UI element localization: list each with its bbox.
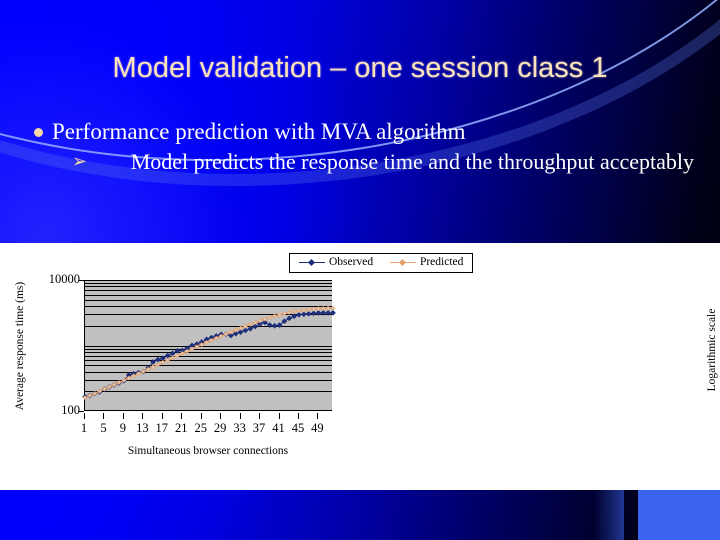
data-point: [257, 318, 263, 324]
data-point: [179, 350, 185, 356]
data-point: [155, 362, 161, 368]
data-point: [315, 306, 321, 312]
background-swoosh-corner-fade: [594, 482, 624, 540]
chart-response-time: Average response time (ms) 10000 100 1 5 9 13…: [0, 272, 360, 490]
data-point: [165, 357, 171, 363]
data-point: [233, 327, 239, 333]
data-point: [300, 311, 307, 318]
data-point: [272, 313, 278, 319]
page-title: Model validation – one session class 1: [112, 52, 608, 84]
data-point: [150, 364, 156, 370]
data-point: [311, 306, 317, 312]
series-line-predicted: [84, 307, 334, 399]
bullet-level2: ➢ Model predicts the response time and th…: [34, 148, 694, 175]
x-axis-tick-label: 45: [291, 421, 305, 435]
data-point: [247, 321, 253, 327]
x-axis-tick-labels: 1 5 9 13 17 21 25 29 33 37 41 45 49: [80, 421, 332, 437]
data-point: [189, 346, 195, 352]
legend-label-observed: Observed: [329, 256, 374, 268]
data-point: [155, 356, 161, 363]
data-point: [296, 308, 302, 314]
data-point: [286, 315, 293, 322]
data-point: [169, 350, 176, 357]
data-point: [286, 309, 292, 315]
data-point: [243, 323, 248, 329]
data-point: [301, 307, 307, 313]
bullet-dot-icon: [34, 128, 43, 137]
data-point: [320, 309, 327, 316]
y-axis-tick: [79, 280, 84, 281]
chart-throughput: Throughput (1/s) 100,1159131721252933374…: [360, 276, 720, 490]
x-axis-tick-label: 49: [311, 421, 324, 435]
charts-panel: Observed Predicted Average response time…: [0, 243, 720, 490]
data-point: [267, 315, 273, 321]
series-line-observed: [84, 312, 333, 398]
y-axis-tick-label: 10000: [48, 272, 80, 286]
slide: Model validation – one session class 1 P…: [0, 0, 720, 540]
data-point: [291, 309, 297, 314]
data-point: [325, 305, 331, 311]
bullet-level1-text: Performance prediction with MVA algorith…: [52, 119, 466, 144]
x-axis-tick-label: 9: [119, 421, 127, 435]
legend-label-predicted: Predicted: [419, 256, 464, 268]
data-point: [160, 359, 166, 365]
data-point: [238, 325, 244, 331]
data-point: [310, 310, 317, 317]
data-point: [247, 325, 254, 332]
data-point: [237, 329, 244, 335]
y-axis-tick: [79, 411, 84, 412]
x-axis-tick-label: 5: [100, 421, 107, 435]
series-layer: [82, 305, 336, 401]
data-point: [277, 312, 282, 318]
data-point: [174, 347, 181, 354]
data-point: [291, 313, 297, 320]
data-point: [252, 319, 258, 325]
data-point: [242, 327, 249, 334]
data-point: [174, 353, 180, 359]
y-axis-tick-label: 100: [61, 403, 80, 417]
data-point: [228, 329, 234, 335]
legend-swatch-predicted: [389, 258, 416, 267]
chart-response-time-x-axis-title: Simultaneous browser connections: [127, 445, 289, 457]
background-swoosh-corner: [638, 482, 720, 540]
data-point: [262, 316, 268, 322]
chart-throughput-right-axis-note: Logarithmic scale: [706, 308, 718, 392]
x-axis-tick-label: 25: [194, 421, 207, 435]
legend-swatch-observed: [299, 258, 325, 267]
legend-entry-predicted: Predicted: [389, 256, 464, 269]
bullet-level1: Performance prediction with MVA algorith…: [34, 118, 694, 145]
data-point: [159, 355, 166, 362]
bullet-arrow-icon: ➢: [72, 151, 88, 171]
x-axis-tick-label: 21: [175, 421, 188, 435]
x-axis-tick-label: 37: [252, 421, 266, 435]
legend-entry-observed: Observed: [299, 256, 373, 269]
data-point: [306, 306, 312, 312]
data-point: [305, 310, 312, 317]
x-axis-tick-label: 29: [213, 421, 227, 435]
data-point: [330, 305, 336, 311]
data-point: [315, 309, 322, 316]
data-point: [204, 339, 210, 345]
data-point: [325, 309, 332, 316]
data-point: [330, 309, 336, 316]
data-point: [164, 352, 171, 359]
bullet-list: Performance prediction with MVA algorith…: [34, 118, 694, 175]
x-axis-tick-label: 41: [272, 421, 285, 435]
bullet-level2-text: Model predicts the response time and the…: [130, 149, 694, 174]
data-point: [266, 322, 273, 328]
x-axis-tick-label: 17: [155, 421, 169, 435]
x-axis-ticks: [84, 413, 332, 419]
chart-legend: Observed Predicted: [289, 253, 474, 274]
data-point: [271, 322, 278, 329]
data-point: [281, 311, 287, 316]
data-point: [320, 305, 326, 311]
chart-response-time-y-axis-title: Average response time (ms): [14, 281, 26, 411]
x-axis-tick-label: 1: [80, 421, 88, 435]
plot-surface: [82, 280, 336, 411]
data-point: [170, 355, 175, 361]
chart-response-time-plot-area: [82, 280, 336, 411]
x-axis-tick-label: 13: [136, 421, 149, 435]
x-axis-tick-label: 33: [233, 421, 246, 435]
